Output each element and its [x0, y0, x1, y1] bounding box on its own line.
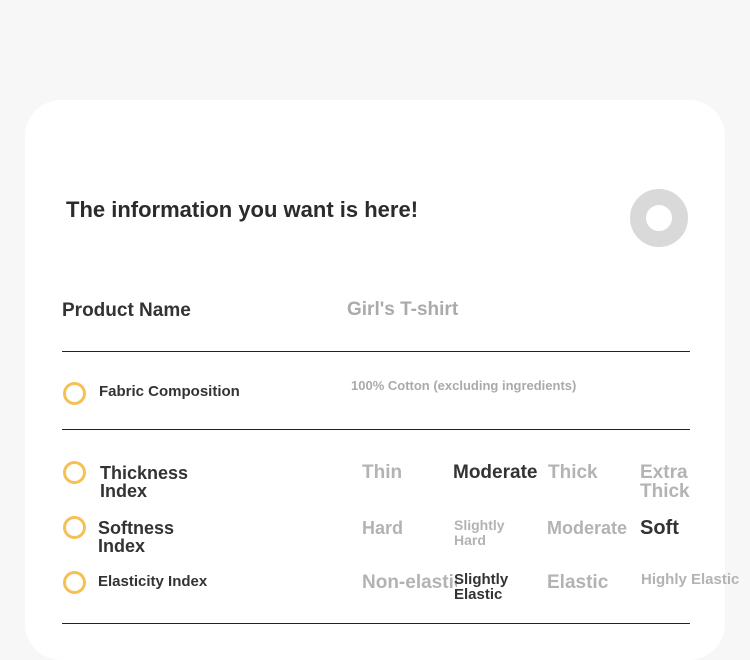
- fabric-composition-value: 100% Cotton (excluding ingredients): [351, 378, 577, 393]
- ring-icon: [630, 189, 688, 247]
- divider: [62, 351, 690, 352]
- product-name-label: Product Name: [62, 300, 191, 321]
- bullet-ring-icon: [63, 571, 86, 594]
- elasticity-option-highly-elastic[interactable]: Highly Elastic: [641, 572, 750, 587]
- softness-option-hard[interactable]: Hard: [362, 519, 403, 537]
- product-name-value: Girl's T-shirt: [347, 299, 459, 320]
- softness-option-soft[interactable]: Soft: [640, 518, 679, 538]
- thickness-index-label: Thickness Index: [100, 463, 189, 501]
- bullet-ring-icon: [63, 382, 86, 405]
- elasticity-option-elastic[interactable]: Elastic: [547, 573, 608, 592]
- bullet-ring-icon: [63, 461, 86, 484]
- softness-option-slightly-hard[interactable]: Slightly Hard: [454, 518, 524, 548]
- divider: [62, 623, 690, 624]
- bullet-ring-icon: [63, 516, 86, 539]
- thickness-option-moderate[interactable]: Moderate: [453, 463, 537, 482]
- elasticity-index-label: Elasticity Index: [98, 573, 208, 590]
- elasticity-option-non-elastic[interactable]: Non-elastic: [362, 573, 457, 592]
- thickness-option-extra-thick[interactable]: Extra Thick: [640, 463, 730, 501]
- thickness-option-thin[interactable]: Thin: [362, 463, 402, 482]
- page-title: The information you want is here!: [66, 197, 419, 222]
- elasticity-option-slightly-elastic[interactable]: Slightly Elastic: [454, 572, 524, 602]
- fabric-composition-label: Fabric Composition: [99, 383, 240, 400]
- softness-index-label: Softness Index: [98, 518, 175, 556]
- divider: [62, 429, 690, 430]
- thickness-option-thick[interactable]: Thick: [548, 463, 598, 482]
- softness-option-moderate[interactable]: Moderate: [547, 519, 627, 537]
